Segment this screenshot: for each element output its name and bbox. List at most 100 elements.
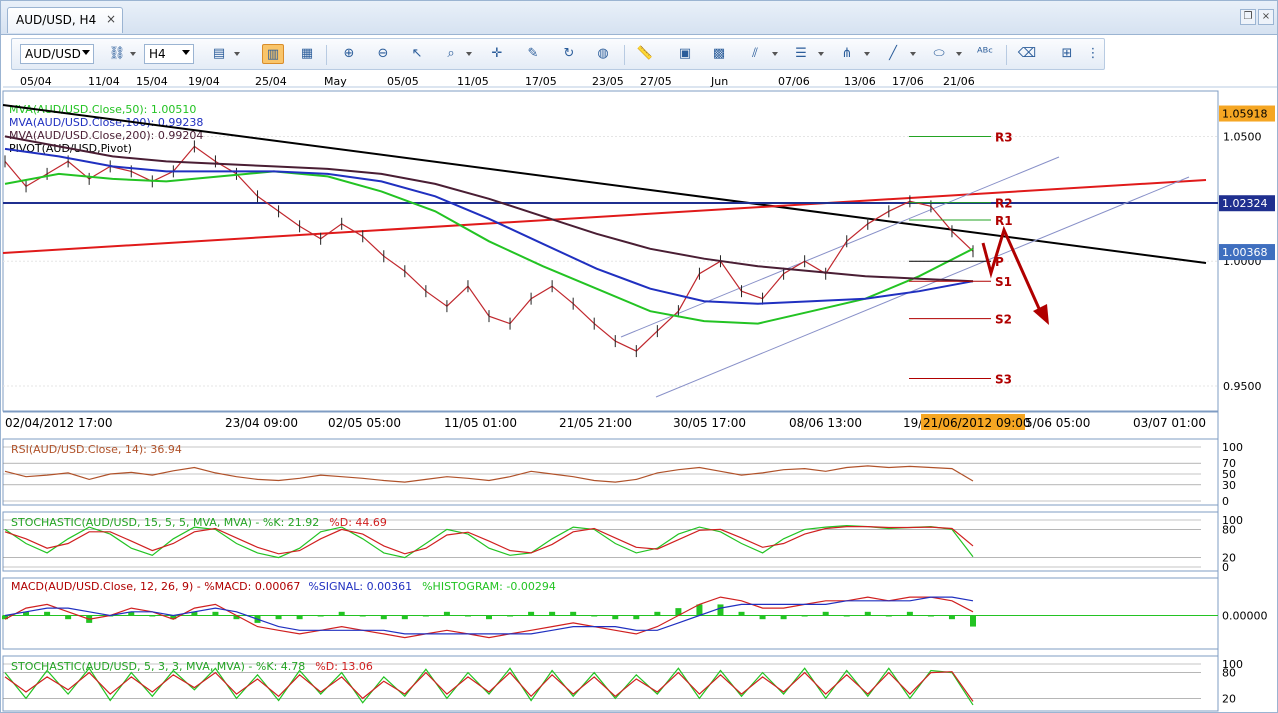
symbol-select[interactable]: AUD/USD: [20, 44, 94, 64]
top-date-label: 25/04: [255, 75, 287, 88]
macd-histogram-bar: [486, 615, 492, 620]
trendline-icon[interactable]: ╱: [882, 44, 904, 64]
price-tag-label: 1.00368: [1222, 246, 1268, 259]
chevron-down-icon[interactable]: [956, 52, 962, 56]
stochastic-d-label: %D: 13.06: [315, 660, 373, 673]
stochastic-d-label: %D: 44.69: [329, 516, 387, 529]
macd-label: MACD(AUD/USD.Close, 12, 26, 9) - %MACD: …: [11, 580, 300, 593]
macd-histogram-bar: [885, 615, 892, 617]
ellipse-icon[interactable]: ⬭: [928, 44, 950, 64]
fibonacci-icon[interactable]: ⫽: [744, 44, 766, 64]
bottom-date-label: 30/05 17:00: [673, 416, 746, 430]
chevron-down-icon[interactable]: [818, 52, 824, 56]
bottom-date-label: 11/05 01:00: [444, 416, 517, 430]
more-icon[interactable]: ⋮: [1086, 44, 1100, 64]
close-window-icon[interactable]: ×: [1258, 9, 1274, 25]
ruler-icon[interactable]: 📏: [634, 44, 656, 64]
tab-title: AUD/USD, H4: [16, 13, 97, 27]
macd-histogram-bar: [549, 611, 556, 616]
macd-histogram-bar: [212, 611, 219, 616]
macd-histogram-bar: [422, 615, 429, 617]
indicator-tick-label: 80: [1222, 667, 1236, 680]
pivot-level-label: R3: [995, 130, 1013, 144]
macd-histogram-bar: [507, 615, 514, 617]
chart-type-icon[interactable]: ▤: [208, 44, 230, 64]
picture-icon[interactable]: ▣: [674, 44, 696, 64]
chevron-down-icon[interactable]: [234, 52, 240, 56]
indicator-tick-label: 100: [1222, 441, 1243, 454]
bottom-date-label: 19/: [903, 416, 923, 430]
indicator-panel-frame: [2, 438, 1219, 506]
restore-icon[interactable]: ❐: [1240, 9, 1256, 25]
chart-window: AUD/USD, H4 × ❐ × AUD/USD ⛓ H4 ▤ ▥ ▦ ⊕ ⊖…: [0, 0, 1278, 713]
rotate-icon[interactable]: ↻: [558, 44, 580, 64]
macd-histogram-label: %HISTOGRAM: -0.00294: [422, 580, 556, 593]
zoom-out-icon[interactable]: ⊖: [372, 44, 394, 64]
macd-histogram-bar: [149, 615, 156, 617]
chevron-down-icon[interactable]: [466, 52, 472, 56]
close-icon[interactable]: ×: [106, 12, 116, 26]
macd-histogram-bar: [612, 615, 619, 620]
timeframe-value: H4: [149, 47, 166, 61]
macd-histogram-bar: [801, 615, 808, 617]
top-date-label: 17/05: [525, 75, 557, 88]
bottom-date-label: 21/06/2012 09:00: [923, 416, 1031, 430]
object-tree-icon[interactable]: ⊞: [1056, 44, 1078, 64]
top-date-label: 11/05: [457, 75, 489, 88]
bottom-date-label: 02/04/2012 17:00: [5, 416, 113, 430]
top-date-label: 07/06: [778, 75, 810, 88]
macd-histogram-bar: [864, 611, 871, 616]
eraser-icon[interactable]: ⌫: [1016, 44, 1038, 64]
price-tick-label: 0.9500: [1223, 380, 1262, 393]
annotate-icon[interactable]: ✎: [522, 44, 544, 64]
crosshair-icon[interactable]: ✛: [486, 44, 508, 64]
timeframe-select[interactable]: H4: [144, 44, 194, 64]
top-date-label: 15/04: [136, 75, 168, 88]
toolbar-separator: [1006, 45, 1007, 65]
zoom-area-icon[interactable]: ⌕: [440, 44, 462, 64]
tab-bar: AUD/USD, H4 × ❐ ×: [1, 1, 1277, 35]
macd-histogram-bar: [780, 615, 787, 620]
price-tick-label: 1.0500: [1223, 130, 1262, 143]
legend-entry: MVA(AUD/USD.Close,200): 0.99204: [9, 129, 203, 142]
chevron-down-icon[interactable]: [864, 52, 870, 56]
template-icon[interactable]: ▩: [708, 44, 730, 64]
chart-area[interactable]: 05/04 11/04 15/04 19/04 25/04 May 05/05 11/05 17…: [1, 73, 1277, 713]
data-window-icon[interactable]: ▦: [296, 44, 318, 64]
pivot-level-label: R2: [995, 197, 1013, 211]
pivot-level-label: S2: [995, 313, 1012, 327]
tab-aud-usd-h4[interactable]: AUD/USD, H4 ×: [7, 7, 123, 33]
macd-histogram-bar: [717, 604, 724, 616]
macd-histogram-bar: [948, 615, 955, 620]
chevron-down-icon: [82, 50, 90, 55]
macd-histogram-bar: [843, 615, 850, 617]
macd-histogram-bar: [443, 611, 450, 616]
macd-histogram-bar: [970, 615, 976, 627]
zoom-in-icon[interactable]: ⊕: [338, 44, 360, 64]
symbol-value: AUD/USD: [25, 47, 81, 61]
chevron-down-icon[interactable]: [130, 52, 136, 56]
bar-chart-icon[interactable]: ▥: [262, 44, 284, 64]
top-date-label: 05/04: [20, 75, 52, 88]
text-icon[interactable]: ᴬᴮᶜ: [974, 44, 996, 64]
chevron-down-icon[interactable]: [910, 52, 916, 56]
bottom-date-label: 23/04 09:00: [225, 416, 298, 430]
indicator-tick-label: 30: [1222, 479, 1236, 492]
chevron-down-icon[interactable]: [772, 52, 778, 56]
top-date-label: May: [324, 75, 347, 88]
macd-histogram-bar: [275, 615, 282, 620]
price-tag-label: 1.05918: [1222, 108, 1268, 121]
indicator-tick-label: 0: [1222, 561, 1229, 574]
chain-link-icon[interactable]: ⛓: [106, 44, 128, 64]
macd-histogram-bar: [738, 611, 745, 616]
globe-icon[interactable]: ◍: [592, 44, 614, 64]
top-date-label: 05/05: [387, 75, 419, 88]
macd-histogram-bar: [296, 615, 303, 620]
top-date-label: 19/04: [188, 75, 220, 88]
top-date-label: 27/05: [640, 75, 672, 88]
horizontal-lines-icon[interactable]: ☰: [790, 44, 812, 64]
cursor-icon[interactable]: ↖: [406, 44, 428, 64]
pitchfork-icon[interactable]: ⋔: [836, 44, 858, 64]
top-date-label: 17/06: [892, 75, 924, 88]
macd-histogram-bar: [464, 615, 471, 617]
